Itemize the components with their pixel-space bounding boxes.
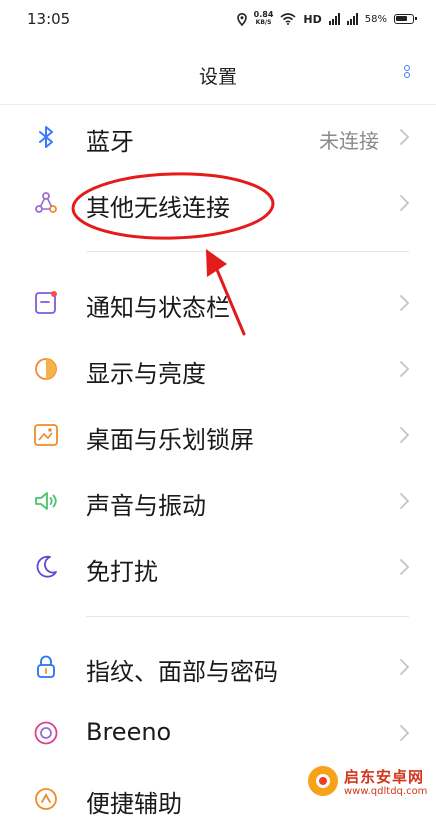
hd-label: HD: [303, 12, 322, 26]
settings-row-label: 免打扰: [86, 558, 158, 586]
status-bar: 13:05 0.84 KB/S HD 58%: [0, 0, 436, 38]
chevron-right-icon: [400, 493, 410, 509]
battery-icon: [394, 14, 417, 24]
chevron-right-icon: [400, 295, 410, 311]
net-speed: 0.84 KB/S: [254, 11, 274, 27]
chevron-right-icon: [400, 427, 410, 443]
chevron-right-icon: [400, 361, 410, 377]
settings-row-wallpaper[interactable]: 桌面与乐划锁屏: [0, 402, 436, 468]
notification-icon: [35, 291, 57, 314]
net-speed-unit: KB/S: [255, 19, 272, 26]
signal-icon-2: [346, 13, 358, 25]
signal-icon-1: [328, 13, 340, 25]
settings-row-security[interactable]: 指纹、面部与密码: [0, 634, 436, 700]
settings-row-label: 声音与振动: [86, 492, 206, 520]
bluetooth-status: 未连接: [319, 129, 379, 153]
section-divider: [86, 616, 409, 617]
settings-row-display[interactable]: 显示与亮度: [0, 336, 436, 402]
chevron-right-icon: [400, 559, 410, 575]
lock-icon: [37, 655, 55, 678]
settings-row-label: 显示与亮度: [86, 360, 206, 388]
settings-row-sound[interactable]: 声音与振动: [0, 468, 436, 534]
chevron-right-icon: [400, 129, 410, 145]
location-icon: [236, 12, 247, 26]
wallpaper-icon: [34, 424, 58, 446]
watermark-url: www.qdltdq.com: [344, 786, 428, 797]
chevron-right-icon: [400, 725, 410, 741]
settings-row-breeno[interactable]: Breeno: [0, 700, 436, 766]
watermark: 启东安卓网 www.qdltdq.com: [302, 762, 436, 803]
watermark-logo-icon: [308, 766, 338, 796]
settings-row-label: 桌面与乐划锁屏: [86, 426, 254, 454]
settings-row-other-wireless[interactable]: 其他无线连接: [0, 170, 436, 236]
status-time: 13:05: [27, 10, 71, 28]
status-icons: 0.84 KB/S HD 58%: [236, 9, 417, 29]
chevron-right-icon: [400, 659, 410, 675]
net-speed-value: 0.84: [253, 10, 274, 19]
watermark-title: 启东安卓网: [344, 768, 425, 786]
wifi-icon: [280, 13, 296, 25]
speaker-icon: [35, 492, 57, 510]
settings-row-do-not-disturb[interactable]: 免打扰: [0, 534, 436, 600]
moon-icon: [36, 555, 57, 578]
settings-row-label: Breeno: [86, 718, 172, 746]
settings-header: 设置: [0, 38, 436, 104]
settings-row-label: 通知与状态栏: [86, 294, 230, 322]
wireless-connection-icon: [35, 192, 57, 213]
chevron-right-icon: [400, 195, 410, 211]
section-divider: [86, 251, 409, 252]
bluetooth-icon: [39, 126, 53, 148]
settings-row-notifications[interactable]: 通知与状态栏: [0, 270, 436, 336]
settings-row-label: 其他无线连接: [86, 194, 230, 222]
settings-row-label: 便捷辅助: [86, 790, 182, 818]
settings-row-bluetooth[interactable]: 蓝牙 未连接: [0, 104, 436, 170]
page-title: 设置: [198, 66, 237, 88]
more-options-icon[interactable]: [404, 65, 412, 85]
settings-row-label: 指纹、面部与密码: [86, 658, 278, 686]
settings-row-label: 蓝牙: [86, 128, 134, 156]
breeno-icon: [34, 721, 58, 745]
assist-icon: [35, 788, 57, 810]
battery-percent: 58%: [364, 13, 387, 25]
brightness-icon: [35, 358, 57, 380]
